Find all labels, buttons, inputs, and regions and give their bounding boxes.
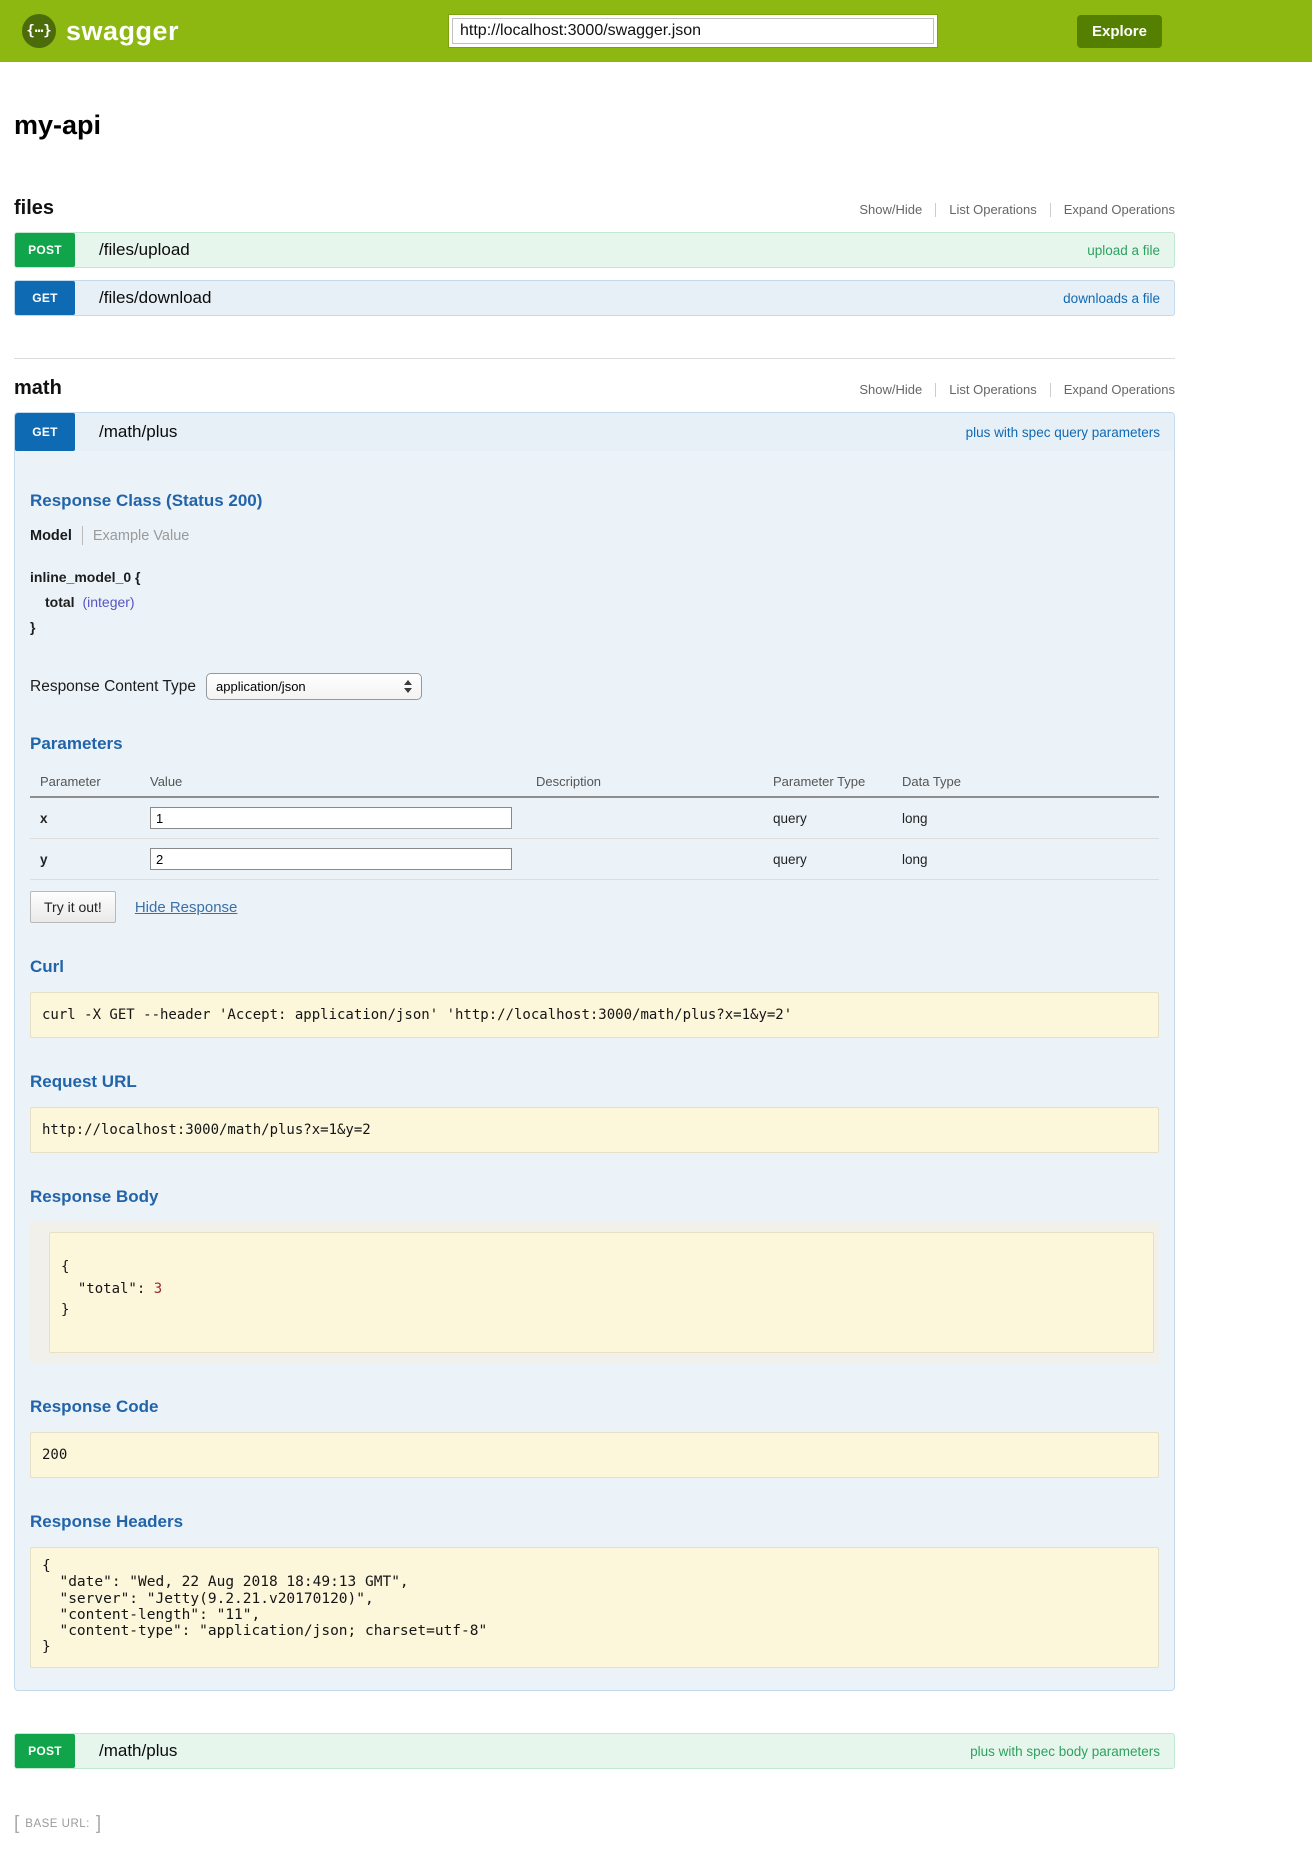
api-title: my-api bbox=[14, 110, 1175, 141]
select-updown-arrows-icon bbox=[404, 680, 412, 693]
section-divider bbox=[14, 358, 1175, 359]
resource-name-files: files bbox=[14, 197, 54, 220]
files-list-operations-link[interactable]: List Operations bbox=[936, 202, 1049, 217]
response-code-block: 200 bbox=[30, 1432, 1159, 1478]
parameter-type: query bbox=[773, 839, 902, 880]
operation-row-post-math-plus[interactable]: POST /math/plus plus with spec body para… bbox=[14, 1733, 1175, 1769]
model-signature-tabs: Model Example Value bbox=[30, 526, 1159, 545]
post-method-badge: POST bbox=[15, 233, 75, 267]
brand-title: swagger bbox=[66, 16, 179, 47]
model-property-type: (integer) bbox=[82, 594, 134, 610]
operation-summary: upload a file bbox=[1087, 243, 1160, 258]
tab-model[interactable]: Model bbox=[30, 528, 72, 544]
response-headers-heading: Response Headers bbox=[30, 1512, 1159, 1532]
bracket-close: ] bbox=[96, 1813, 101, 1835]
response-code-heading: Response Code bbox=[30, 1397, 1159, 1417]
explore-button[interactable]: Explore bbox=[1077, 15, 1162, 48]
json-number-value: 3 bbox=[154, 1281, 162, 1297]
operation-summary: plus with spec body parameters bbox=[970, 1744, 1160, 1759]
column-header-value: Value bbox=[150, 766, 536, 797]
parameter-row-x: x query long bbox=[30, 797, 1159, 839]
post-method-badge: POST bbox=[15, 1734, 75, 1768]
base-url-footer: [ BASE URL: ] bbox=[14, 1813, 1312, 1835]
parameter-data-type: long bbox=[902, 797, 1159, 839]
operation-path-link[interactable]: /files/download bbox=[99, 288, 211, 308]
top-header-bar: {⋯} swagger Explore bbox=[0, 0, 1312, 62]
spec-url-input[interactable] bbox=[452, 18, 934, 44]
response-body-heading: Response Body bbox=[30, 1187, 1159, 1207]
response-content-type-label: Response Content Type bbox=[30, 678, 196, 696]
parameter-row-y: y query long bbox=[30, 839, 1159, 880]
math-show-hide-link[interactable]: Show/Hide bbox=[846, 382, 935, 397]
operation-summary: downloads a file bbox=[1063, 291, 1160, 306]
response-body-json: { "total": 3 } bbox=[49, 1232, 1154, 1353]
request-url-block: http://localhost:3000/math/plus?x=1&y=2 bbox=[30, 1107, 1159, 1153]
parameter-description bbox=[536, 839, 773, 880]
parameters-heading: Parameters bbox=[30, 734, 1159, 754]
math-expand-operations-link[interactable]: Expand Operations bbox=[1051, 382, 1175, 397]
response-body-container: { "total": 3 } bbox=[30, 1222, 1159, 1363]
parameter-name: x bbox=[30, 797, 150, 839]
files-expand-operations-link[interactable]: Expand Operations bbox=[1051, 202, 1175, 217]
resource-header-math: math Show/Hide List Operations Expand Op… bbox=[14, 377, 1175, 400]
parameter-description bbox=[536, 797, 773, 839]
resource-name-math: math bbox=[14, 377, 62, 400]
operation-path-link[interactable]: /files/upload bbox=[99, 240, 190, 260]
parameter-data-type: long bbox=[902, 839, 1159, 880]
hide-response-link[interactable]: Hide Response bbox=[135, 899, 238, 916]
bracket-open: [ bbox=[14, 1813, 19, 1835]
request-url-heading: Request URL bbox=[30, 1072, 1159, 1092]
math-list-operations-link[interactable]: List Operations bbox=[936, 382, 1049, 397]
tab-example-value[interactable]: Example Value bbox=[93, 528, 189, 544]
separator bbox=[82, 526, 83, 545]
curl-heading: Curl bbox=[30, 957, 1159, 977]
column-header-parameter-type: Parameter Type bbox=[773, 766, 902, 797]
response-headers-block: { "date": "Wed, 22 Aug 2018 18:49:13 GMT… bbox=[30, 1547, 1159, 1668]
base-url-label: BASE URL: bbox=[25, 1818, 90, 1830]
swagger-logo[interactable]: {⋯} swagger bbox=[22, 14, 179, 48]
column-header-description: Description bbox=[536, 766, 773, 797]
model-close-brace: } bbox=[30, 619, 1159, 635]
spec-url-field-wrapper bbox=[448, 14, 938, 48]
parameters-table: Parameter Value Description Parameter Ty… bbox=[30, 766, 1159, 880]
try-it-out-button[interactable]: Try it out! bbox=[30, 891, 116, 923]
resource-header-files: files Show/Hide List Operations Expand O… bbox=[14, 197, 1175, 220]
files-show-hide-link[interactable]: Show/Hide bbox=[846, 202, 935, 217]
curl-command-block: curl -X GET --header 'Accept: applicatio… bbox=[30, 992, 1159, 1038]
model-property-name: total bbox=[45, 594, 75, 610]
parameter-x-value-input[interactable] bbox=[150, 807, 512, 829]
response-class-heading: Response Class (Status 200) bbox=[30, 491, 1159, 511]
operation-row-get-math-plus[interactable]: GET /math/plus plus with spec query para… bbox=[15, 413, 1174, 451]
get-method-badge: GET bbox=[15, 413, 75, 451]
operation-row-get-files-download[interactable]: GET /files/download downloads a file bbox=[14, 280, 1175, 316]
column-header-parameter: Parameter bbox=[30, 766, 150, 797]
response-content-type-value: application/json bbox=[216, 679, 306, 694]
parameter-y-value-input[interactable] bbox=[150, 848, 512, 870]
column-header-data-type: Data Type bbox=[902, 766, 1159, 797]
parameter-type: query bbox=[773, 797, 902, 839]
operation-path-link[interactable]: /math/plus bbox=[99, 422, 177, 442]
response-content-type-select[interactable]: application/json bbox=[206, 673, 422, 700]
operation-panel-get-math-plus: GET /math/plus plus with spec query para… bbox=[14, 412, 1175, 1691]
model-name: inline_model_0 { bbox=[30, 569, 1159, 585]
parameter-name: y bbox=[30, 839, 150, 880]
swagger-braces-icon: {⋯} bbox=[22, 14, 56, 48]
get-method-badge: GET bbox=[15, 281, 75, 315]
operation-path-link[interactable]: /math/plus bbox=[99, 1741, 177, 1761]
operation-row-post-files-upload[interactable]: POST /files/upload upload a file bbox=[14, 232, 1175, 268]
operation-summary: plus with spec query parameters bbox=[966, 425, 1160, 440]
model-signature: inline_model_0 { total (integer) } bbox=[30, 569, 1159, 635]
